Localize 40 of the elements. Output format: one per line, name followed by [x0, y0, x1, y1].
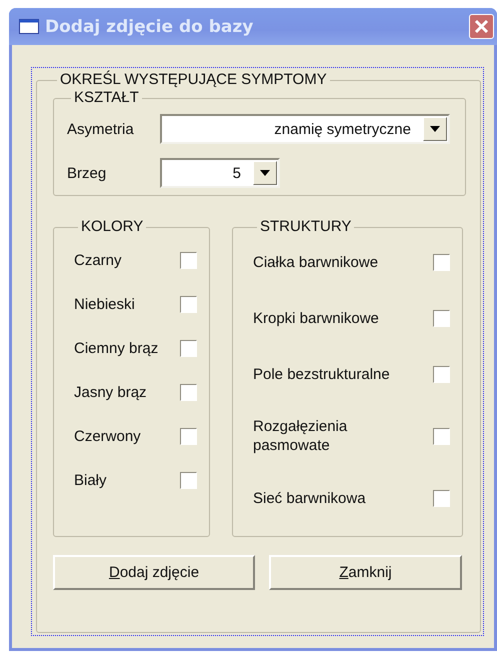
- group-title: KSZTAŁT: [73, 90, 140, 106]
- close-button[interactable]: [469, 14, 494, 39]
- checkbox-label: Biały: [74, 470, 108, 490]
- dropdown-button[interactable]: [423, 117, 447, 141]
- group-title: OKREŚL WYSTĘPUJĄCE SYMPTOMY: [59, 72, 328, 88]
- checkbox-label: Jasny brąz: [74, 382, 148, 402]
- checkbox[interactable]: [180, 384, 197, 400]
- checkbox[interactable]: [180, 472, 197, 488]
- checkbox-label: Czerwony: [74, 426, 142, 446]
- group-title: STRUKTURY: [259, 219, 352, 235]
- checkbox[interactable]: [433, 490, 450, 506]
- checkbox-label: Ciemny brąz: [74, 338, 160, 358]
- checkbox-label: Niebieski: [74, 294, 136, 314]
- field-label: Asymetria: [67, 120, 135, 138]
- checkbox[interactable]: [433, 366, 450, 382]
- dialog-button[interactable]: Dodaj zdjęcie: [53, 555, 255, 590]
- checkbox[interactable]: [433, 428, 450, 444]
- checkbox[interactable]: [433, 310, 450, 326]
- checkbox[interactable]: [180, 340, 197, 356]
- close-icon: [474, 19, 489, 34]
- dropdown-button[interactable]: [253, 161, 277, 185]
- checkbox[interactable]: [180, 428, 197, 444]
- checkbox[interactable]: [433, 254, 450, 270]
- checkbox[interactable]: [180, 252, 197, 268]
- window-title: Dodaj zdjęcie do bazy: [45, 16, 254, 36]
- group-title: KOLORY: [80, 219, 144, 235]
- checkbox-label: Rozgałęzienia pasmowate: [253, 417, 348, 455]
- checkbox-label: Czarny: [74, 250, 123, 270]
- checkbox-label: Ciałka barwnikowe: [253, 252, 380, 272]
- checkbox-label: Sieć barwnikowa: [253, 488, 367, 508]
- checkbox-label: Pole bezstrukturalne: [253, 364, 391, 384]
- field-label: Brzeg: [67, 164, 108, 182]
- dropdown-field[interactable]: znamię symetryczne: [160, 114, 450, 144]
- caret-icon: [260, 170, 270, 176]
- checkbox-label: Kropki barwnikowe: [253, 308, 380, 328]
- dialog-button[interactable]: Zamknij: [269, 555, 462, 590]
- caret-icon: [430, 126, 440, 132]
- window-icon: [19, 19, 39, 34]
- dropdown-field[interactable]: 5: [160, 158, 280, 188]
- checkbox[interactable]: [180, 296, 197, 312]
